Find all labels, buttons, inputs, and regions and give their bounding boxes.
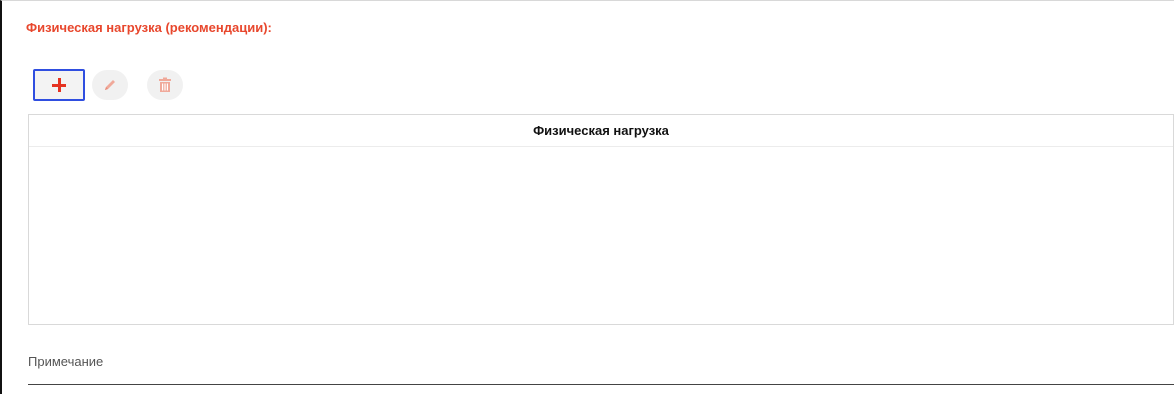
note-label: Примечание	[28, 354, 104, 369]
delete-button[interactable]	[147, 70, 183, 100]
column-header-physical-load[interactable]: Физическая нагрузка	[29, 115, 1173, 147]
form-panel: Физическая нагрузка (рекомендации): Физи…	[0, 0, 1174, 394]
add-button[interactable]	[33, 69, 85, 101]
note-field[interactable]	[28, 384, 1174, 385]
section-title: Физическая нагрузка (рекомендации):	[26, 20, 272, 35]
plus-icon	[52, 78, 66, 92]
pencil-icon	[105, 80, 115, 90]
edit-button[interactable]	[92, 70, 128, 100]
physical-load-table: Физическая нагрузка	[28, 114, 1174, 325]
trash-icon	[159, 77, 171, 92]
